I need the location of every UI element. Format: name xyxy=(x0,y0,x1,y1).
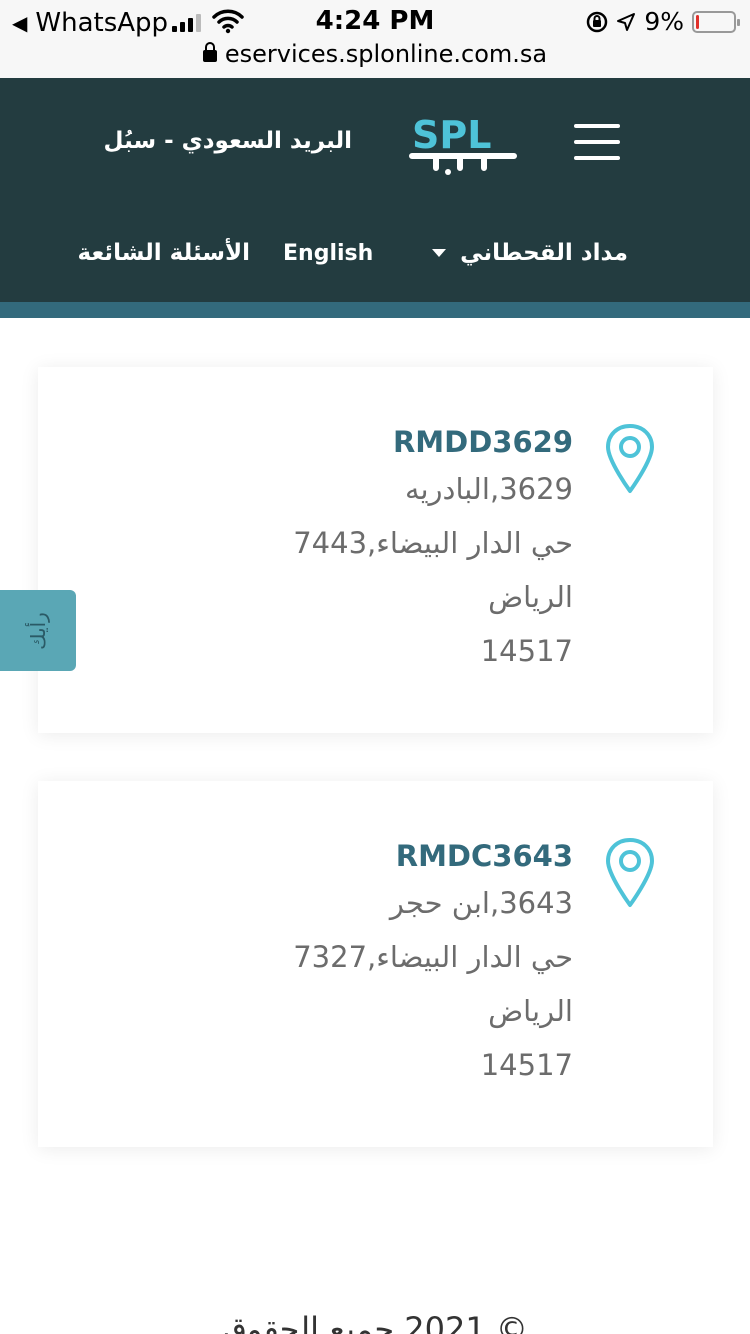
address-postal-code: 14517 xyxy=(480,1048,573,1082)
logo-text: SPL xyxy=(412,113,491,157)
short-address-code[interactable]: RMDD3629 xyxy=(293,422,573,462)
battery-icon xyxy=(692,10,740,33)
language-toggle-link[interactable]: English xyxy=(283,241,373,266)
caret-down-icon xyxy=(432,249,447,257)
feedback-tab[interactable]: رأيك xyxy=(0,590,76,671)
address-card[interactable]: RMDC3643 3643,ابن حجر حي الدار البيضاء,7… xyxy=(38,781,713,1147)
address-city: الرياض xyxy=(488,994,573,1028)
address-details: RMDC3643 3643,ابن حجر حي الدار البيضاء,7… xyxy=(293,836,573,1092)
address-card[interactable]: RMDD3629 3629,البادريه حي الدار البيضاء,… xyxy=(38,367,713,733)
battery-level-fill xyxy=(696,14,699,29)
url-text: eservices.splonline.com.sa xyxy=(224,40,548,68)
address-street: 3643,ابن حجر xyxy=(389,886,573,920)
location-arrow-icon xyxy=(617,12,636,31)
hamburger-menu-icon[interactable] xyxy=(574,124,620,160)
user-name: مداد القحطاني xyxy=(460,240,628,266)
address-details: RMDD3629 3629,البادريه حي الدار البيضاء,… xyxy=(293,422,573,678)
address-bar[interactable]: eservices.splonline.com.sa xyxy=(0,40,750,68)
address-district: حي الدار البيضاء,7327 xyxy=(293,940,573,974)
faq-link[interactable]: الأسئلة الشائعة xyxy=(78,240,251,266)
address-city: الرياض xyxy=(488,580,573,614)
site-title: البريد السعودي - سبُل xyxy=(103,128,352,154)
orientation-lock-icon xyxy=(587,11,608,32)
short-address-code[interactable]: RMDC3643 xyxy=(293,836,573,876)
location-pin-icon xyxy=(606,838,654,907)
address-street: 3629,البادريه xyxy=(404,472,573,506)
header-accent-strip xyxy=(0,302,750,318)
site-header xyxy=(0,78,750,302)
status-bar: ◀ WhatsApp 4:24 PM 9% eservices.splonlin… xyxy=(0,0,750,78)
address-postal-code: 14517 xyxy=(480,634,573,668)
spl-logo[interactable]: SPL xyxy=(408,110,520,176)
lock-icon xyxy=(202,42,217,62)
feedback-label: رأيك xyxy=(25,611,50,650)
status-right-group: 9% xyxy=(586,7,740,36)
user-menu-dropdown[interactable]: مداد القحطاني xyxy=(432,240,628,266)
address-district: حي الدار البيضاء,7443 xyxy=(293,526,573,560)
footer-copyright: © 2021 جميع الحقوق xyxy=(222,1310,528,1334)
location-pin-icon xyxy=(606,424,654,493)
battery-percent: 9% xyxy=(644,7,684,36)
